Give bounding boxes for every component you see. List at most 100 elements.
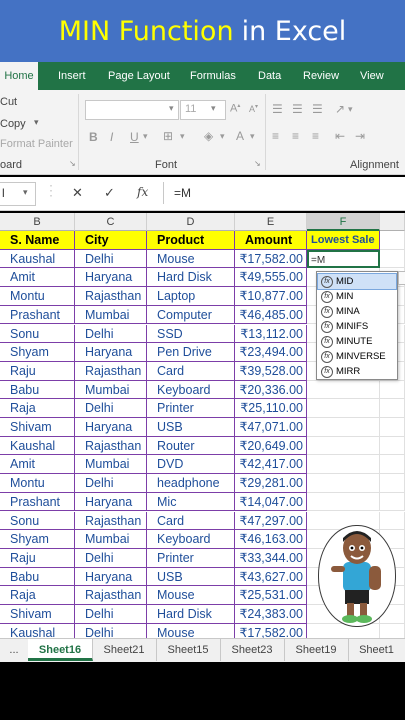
cell-city[interactable]: Mumbai [75, 305, 147, 325]
cell-product[interactable]: Mic [147, 492, 235, 512]
cell-name[interactable]: Montu [0, 287, 75, 306]
cell-city[interactable]: Haryana [75, 268, 147, 288]
cell-amount[interactable]: ₹25,531.00 [235, 586, 307, 605]
cell-product[interactable]: Hard Disk [147, 268, 235, 288]
cell-name[interactable]: Kaushal [0, 623, 75, 638]
empty-cell[interactable] [380, 492, 405, 512]
tab-insert[interactable]: Insert [58, 62, 86, 90]
font-color-dropdown-icon[interactable]: ▾ [250, 131, 255, 142]
empty-cell[interactable] [380, 380, 405, 400]
empty-cell[interactable] [307, 492, 380, 512]
empty-cell[interactable] [307, 474, 380, 493]
cell-name[interactable]: Kaushal [0, 436, 75, 456]
cell-city[interactable]: Mumbai [75, 380, 147, 400]
empty-cell[interactable] [380, 418, 405, 437]
cell-amount[interactable]: ₹25,110.00 [235, 399, 307, 418]
empty-cell[interactable] [307, 436, 380, 456]
tab-review[interactable]: Review [303, 62, 339, 90]
cell-product[interactable]: Card [147, 361, 235, 381]
cell-city[interactable]: Rajasthan [75, 287, 147, 306]
header-cell-city[interactable]: City [75, 231, 147, 250]
cell-amount[interactable]: ₹13,112.00 [235, 324, 307, 344]
cell-amount[interactable]: ₹23,494.00 [235, 343, 307, 362]
cell-amount[interactable]: ₹20,649.00 [235, 436, 307, 456]
name-box[interactable]: l ▾ [0, 182, 36, 206]
empty-cell[interactable] [307, 399, 380, 418]
bold-button[interactable]: B [89, 130, 98, 144]
cell-amount[interactable]: ₹14,047.00 [235, 492, 307, 512]
cell-name[interactable]: Prashant [0, 305, 75, 325]
orientation-icon[interactable]: ↗ [335, 102, 345, 116]
orientation-dropdown-icon[interactable]: ▾ [348, 104, 353, 115]
decrease-indent-icon[interactable]: ⇤ [335, 129, 345, 143]
cell-product[interactable]: Mouse [147, 586, 235, 605]
empty-cell[interactable] [380, 474, 405, 493]
column-header-f[interactable]: F [307, 213, 380, 231]
cell-amount[interactable]: ₹49,555.00 [235, 268, 307, 288]
cell-city[interactable]: Haryana [75, 343, 147, 362]
empty-cell[interactable] [307, 455, 380, 475]
font-color-icon[interactable]: A [236, 129, 244, 143]
empty-cell[interactable] [307, 380, 380, 400]
italic-button[interactable]: I [110, 130, 113, 144]
increase-indent-icon[interactable]: ⇥ [355, 129, 365, 143]
cell-city[interactable]: Haryana [75, 418, 147, 437]
cell-amount[interactable]: ₹47,297.00 [235, 511, 307, 531]
empty-cell[interactable] [380, 436, 405, 456]
autocomplete-item[interactable]: fx MINVERSE [318, 349, 396, 364]
header-cell-product[interactable]: Product [147, 231, 235, 250]
cell-product[interactable]: SSD [147, 324, 235, 344]
cell-city[interactable]: Delhi [75, 605, 147, 624]
cell-product[interactable]: Hard Disk [147, 605, 235, 624]
sheet-tab[interactable]: Sheet1 [348, 639, 405, 661]
cell-amount[interactable]: ₹17,582.00 [235, 249, 307, 269]
cancel-icon[interactable]: ✕ [72, 185, 83, 201]
cell-name[interactable]: Raja [0, 399, 75, 418]
copy-button[interactable]: Copy [0, 118, 26, 130]
font-launcher-icon[interactable]: ↘ [254, 159, 261, 168]
align-top-icon[interactable]: ☰ [272, 102, 283, 116]
cell-name[interactable]: Montu [0, 474, 75, 493]
cell-amount[interactable]: ₹39,528.00 [235, 361, 307, 381]
align-bottom-icon[interactable]: ☰ [312, 102, 323, 116]
align-center-icon[interactable]: ≡ [292, 129, 299, 143]
cell-product[interactable]: Laptop [147, 287, 235, 306]
cell-amount[interactable]: ₹47,071.00 [235, 418, 307, 437]
align-right-icon[interactable]: ≡ [312, 129, 319, 143]
cell-name[interactable]: Shivam [0, 605, 75, 624]
cell-name[interactable]: Sonu [0, 511, 75, 531]
clipboard-launcher-icon[interactable]: ↘ [69, 159, 76, 168]
cell-city[interactable]: Rajasthan [75, 511, 147, 531]
cell-amount[interactable]: ₹17,582.00 [235, 623, 307, 638]
cell-name[interactable]: Shyam [0, 343, 75, 362]
cell-product[interactable]: Router [147, 436, 235, 456]
font-size-dropdown-icon[interactable]: ▾ [211, 103, 216, 114]
cell-name[interactable]: Raju [0, 548, 75, 568]
cell-city[interactable]: Mumbai [75, 455, 147, 475]
cell-name[interactable]: Babu [0, 567, 75, 587]
cell-amount[interactable]: ₹24,383.00 [235, 605, 307, 624]
empty-cell[interactable] [380, 511, 405, 531]
underline-dropdown-icon[interactable]: ▾ [143, 131, 148, 142]
sheet-tab[interactable]: Sheet19 [284, 639, 349, 661]
cell-amount[interactable]: ₹42,417.00 [235, 455, 307, 475]
cell-product[interactable]: Pen Drive [147, 343, 235, 362]
cell-name[interactable]: Sonu [0, 324, 75, 344]
empty-cell[interactable] [380, 455, 405, 475]
cell-name[interactable]: Shyam [0, 530, 75, 549]
cell-city[interactable]: Delhi [75, 474, 147, 493]
tab-page-layout[interactable]: Page Layout [108, 62, 170, 90]
cell-product[interactable]: USB [147, 418, 235, 437]
cell-name[interactable]: Raja [0, 586, 75, 605]
name-box-dropdown-icon[interactable]: ▾ [23, 187, 28, 198]
cell-amount[interactable]: ₹10,877.00 [235, 287, 307, 306]
cell-amount[interactable]: ₹20,336.00 [235, 380, 307, 400]
tab-home[interactable]: Home [0, 62, 38, 90]
cell-city[interactable]: Mumbai [75, 530, 147, 549]
empty-cell[interactable] [307, 623, 380, 638]
autocomplete-item[interactable]: fx MIRR [318, 364, 396, 379]
empty-cell[interactable] [380, 399, 405, 418]
align-left-icon[interactable]: ≡ [272, 129, 279, 143]
header-cell-amount[interactable]: Amount [235, 231, 307, 250]
underline-button[interactable]: U [130, 130, 139, 144]
